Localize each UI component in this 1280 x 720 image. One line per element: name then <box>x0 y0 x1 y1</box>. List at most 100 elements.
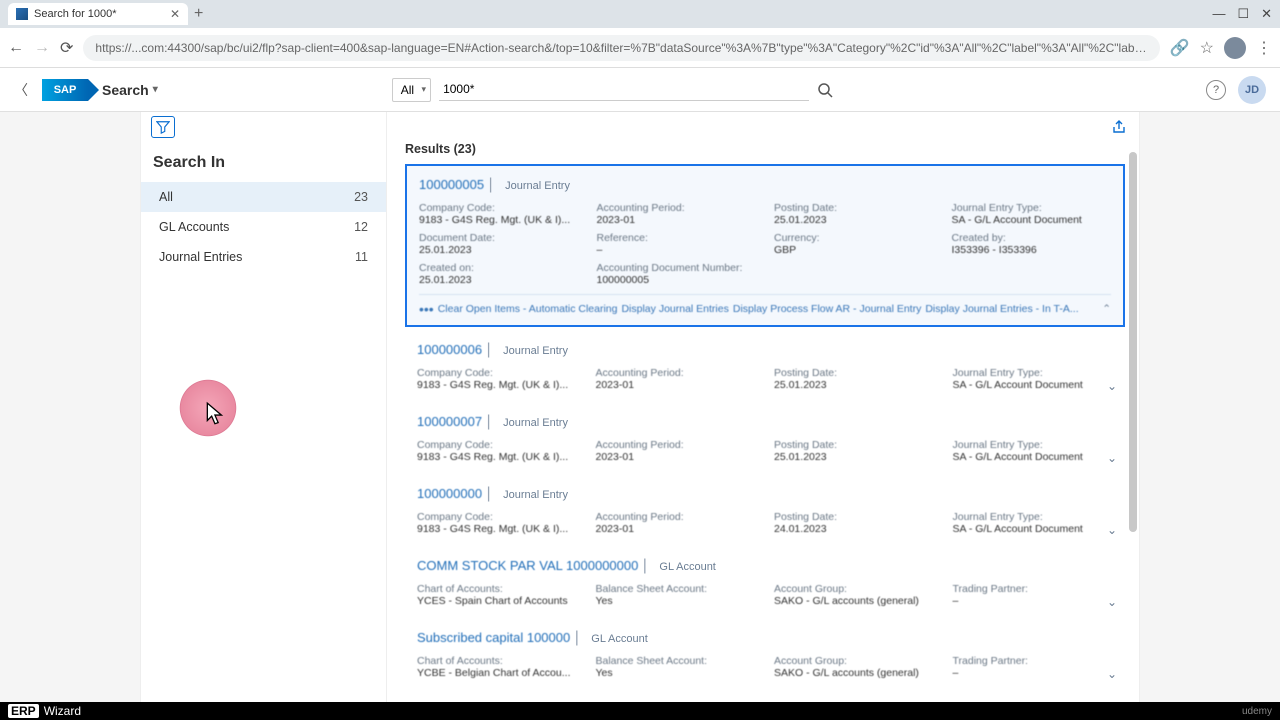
video-bottom-bar: ERPWizard udemy <box>0 702 1280 720</box>
field-label: Journal Entry Type: <box>953 367 1114 379</box>
field-label: Company Code: <box>417 511 578 523</box>
result-title[interactable]: 100000007 <box>417 414 482 429</box>
sidebar-item-gl-accounts[interactable]: GL Accounts12 <box>141 212 386 242</box>
field-label: Accounting Period: <box>596 511 757 523</box>
result-card[interactable]: 100000007 | Journal EntryCompany Code:91… <box>405 403 1125 471</box>
expand-icon[interactable]: ⌄ <box>1107 595 1117 609</box>
close-window-icon[interactable]: ✕ <box>1261 6 1272 22</box>
field-value: 25.01.2023 <box>419 274 579 286</box>
field-label: Company Code: <box>419 202 579 214</box>
expand-icon[interactable]: ⌄ <box>1107 451 1117 465</box>
result-card[interactable]: 100000005 | Journal EntryCompany Code:91… <box>405 164 1125 327</box>
sidebar-item-label: All <box>159 190 173 204</box>
category-select[interactable]: All <box>392 78 431 102</box>
field-label: Account Group: <box>774 655 935 667</box>
field-value: 25.01.2023 <box>774 451 935 463</box>
field-value: 2023-01 <box>596 523 757 535</box>
minimize-icon[interactable]: — <box>1212 6 1225 22</box>
field-value: 100000005 <box>597 274 757 286</box>
field-value: 2023-01 <box>596 379 757 391</box>
share-icon[interactable]: 🔗 <box>1170 38 1190 58</box>
field-value: Yes <box>596 595 757 607</box>
field-value: – <box>597 244 757 256</box>
result-title[interactable]: Subscribed capital 100000 <box>417 630 570 645</box>
result-action-link[interactable]: Display Process Flow AR - Journal Entry <box>733 303 921 315</box>
bookmark-icon[interactable]: ☆ <box>1200 38 1214 58</box>
field-label: Accounting Document Number: <box>597 262 757 274</box>
field-value: 2023-01 <box>596 451 757 463</box>
search-input[interactable] <box>439 78 809 101</box>
field-value: 9183 - G4S Reg. Mgt. (UK & I)... <box>417 451 578 463</box>
more-actions-icon[interactable]: ••• <box>419 301 434 317</box>
result-tag: GL Account <box>591 633 647 645</box>
erp-wizard-logo: ERPWizard <box>8 704 81 718</box>
result-title[interactable]: COMM STOCK PAR VAL 1000000000 <box>417 558 638 573</box>
field-label: Posting Date: <box>774 202 934 214</box>
field-label: Account Group: <box>774 583 935 595</box>
expand-icon[interactable]: ⌄ <box>1107 667 1117 681</box>
tab-title: Search for 1000* <box>34 8 117 20</box>
sidebar-item-count: 23 <box>354 190 368 204</box>
shell-back-button[interactable]: 〈 <box>14 80 28 100</box>
expand-icon[interactable]: ⌄ <box>1107 379 1117 393</box>
search-icon[interactable] <box>817 81 833 98</box>
result-action-link[interactable]: Display Journal Entries <box>621 303 728 315</box>
result-tag: GL Account <box>659 561 715 573</box>
field-label: Accounting Period: <box>596 367 757 379</box>
result-card[interactable]: COMM STOCK PAR VAL 1000000000 | GL Accou… <box>405 547 1125 615</box>
menu-icon[interactable]: ⋮ <box>1256 38 1272 58</box>
sidebar-item-all[interactable]: All 23 <box>141 182 386 212</box>
close-tab-icon[interactable]: ✕ <box>170 7 180 21</box>
result-tag: Journal Entry <box>505 180 570 192</box>
sidebar-item-count: 11 <box>355 250 368 264</box>
field-label: Trading Partner: <box>953 583 1114 595</box>
field-value: I353396 - I353396 <box>952 244 1112 256</box>
content-area: Search In All23GL Accounts12Journal Entr… <box>140 112 1140 702</box>
result-card[interactable]: Subscribed capital 100000 | GL AccountCh… <box>405 619 1125 687</box>
field-label: Journal Entry Type: <box>952 202 1112 214</box>
filter-toggle-button[interactable] <box>151 116 175 138</box>
profile-avatar[interactable] <box>1224 37 1246 59</box>
field-label: Posting Date: <box>774 439 935 451</box>
field-label: Balance Sheet Account: <box>596 655 757 667</box>
field-value: 9183 - G4S Reg. Mgt. (UK & I)... <box>417 379 578 391</box>
browser-tab[interactable]: Search for 1000* ✕ <box>8 3 188 25</box>
result-title[interactable]: 100000005 <box>419 177 484 192</box>
result-action-link[interactable]: Clear Open Items - Automatic Clearing <box>438 303 618 315</box>
result-title[interactable]: 100000000 <box>417 486 482 501</box>
result-card[interactable]: 100000000 | Journal EntryCompany Code:91… <box>405 475 1125 543</box>
back-button[interactable]: ← <box>8 39 24 57</box>
field-value: GBP <box>774 244 934 256</box>
reload-button[interactable]: ⟳ <box>60 38 73 58</box>
field-label: Journal Entry Type: <box>953 511 1114 523</box>
field-value: SA - G/L Account Document <box>952 214 1112 226</box>
sidebar-item-label: GL Accounts <box>159 220 229 234</box>
field-label: Posting Date: <box>774 511 935 523</box>
result-card[interactable]: 100000006 | Journal EntryCompany Code:91… <box>405 331 1125 399</box>
udemy-watermark: udemy <box>1242 706 1272 717</box>
result-title[interactable]: 100000006 <box>417 342 482 357</box>
field-value: SA - G/L Account Document <box>953 379 1114 391</box>
field-label: Trading Partner: <box>953 655 1114 667</box>
field-label: Currency: <box>774 232 934 244</box>
result-action-link[interactable]: Display Journal Entries - In T-A... <box>925 303 1078 315</box>
sidebar-item-label: Journal Entries <box>159 250 242 264</box>
result-tag: Journal Entry <box>503 489 568 501</box>
collapse-icon[interactable]: ⌃ <box>1102 303 1111 315</box>
page-title-dropdown[interactable]: Search <box>102 82 158 98</box>
forward-button[interactable]: → <box>34 39 50 57</box>
field-value: SAKO - G/L accounts (general) <box>774 595 935 607</box>
maximize-icon[interactable]: ☐ <box>1237 6 1249 22</box>
user-avatar[interactable]: JD <box>1238 76 1266 104</box>
field-label: Created on: <box>419 262 579 274</box>
sidebar-item-journal-entries[interactable]: Journal Entries 11 <box>141 242 386 272</box>
field-value: 9183 - G4S Reg. Mgt. (UK & I)... <box>417 523 578 535</box>
field-label: Balance Sheet Account: <box>596 583 757 595</box>
sap-logo: SAP <box>42 79 88 101</box>
url-bar[interactable]: https://...com:44300/sap/bc/ui2/flp?sap-… <box>83 35 1159 61</box>
new-tab-button[interactable]: + <box>194 5 203 23</box>
result-tag: Journal Entry <box>503 345 568 357</box>
help-icon[interactable]: ? <box>1206 80 1226 100</box>
scrollbar[interactable] <box>1129 152 1137 532</box>
expand-icon[interactable]: ⌄ <box>1107 523 1117 537</box>
